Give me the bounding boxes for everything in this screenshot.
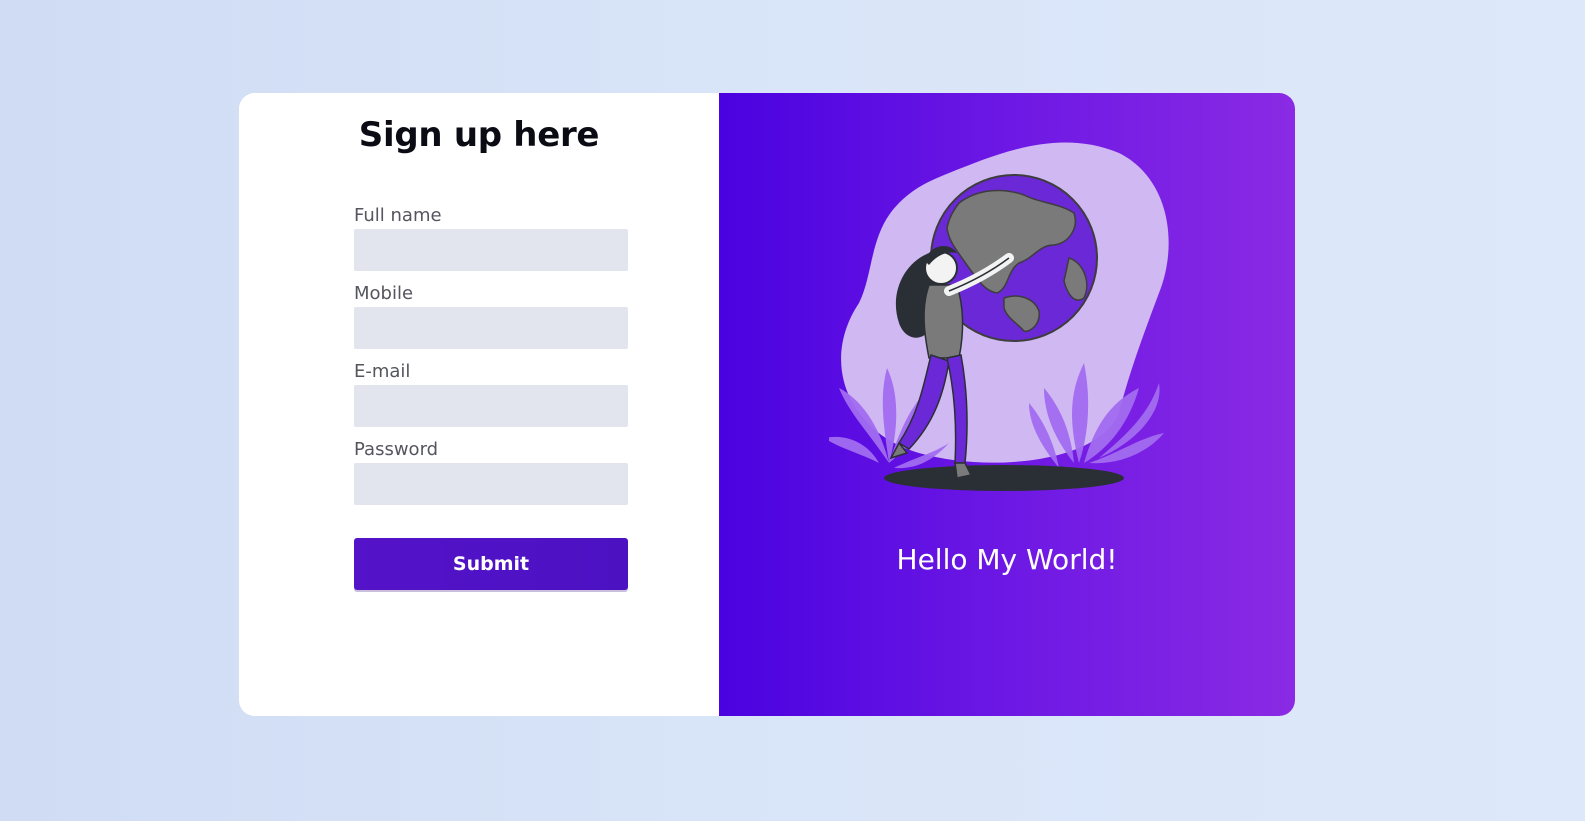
submit-button[interactable]: Submit (354, 538, 628, 590)
signup-form-panel: Sign up here Full name Mobile E-mail Pas… (239, 93, 719, 716)
hero-panel: Hello My World! (719, 93, 1295, 716)
email-input[interactable] (354, 385, 628, 427)
mobile-input[interactable] (354, 307, 628, 349)
full-name-label: Full name (354, 205, 442, 226)
mobile-label: Mobile (354, 283, 414, 304)
password-label: Password (354, 439, 439, 460)
password-input[interactable] (354, 463, 628, 505)
email-label: E-mail (354, 361, 411, 382)
page-title: Sign up here (358, 115, 600, 155)
woman-hugging-globe-illustration (829, 142, 1169, 491)
signup-card: Sign up here Full name Mobile E-mail Pas… (239, 93, 1295, 716)
hero-tagline: Hello My World! (896, 543, 1118, 576)
signup-form: Full name Mobile E-mail Password (354, 203, 628, 515)
full-name-input[interactable] (354, 229, 628, 271)
ground-shadow (884, 465, 1124, 491)
